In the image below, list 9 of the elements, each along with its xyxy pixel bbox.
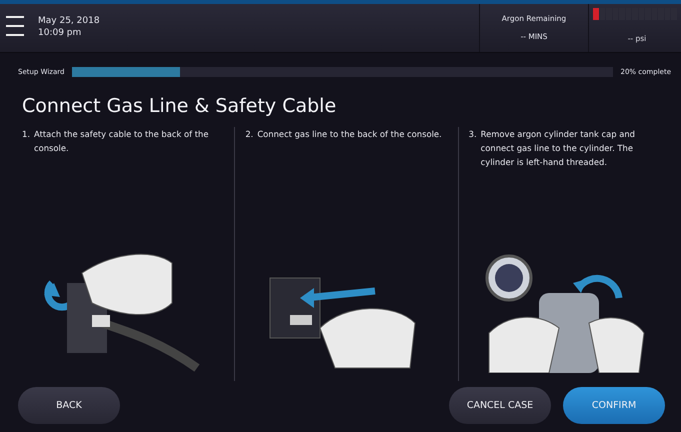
date-text: May 25, 2018 — [38, 15, 101, 27]
confirm-button[interactable]: CONFIRM — [563, 387, 665, 424]
step-instruction: 3. Remove argon cylinder tank cap and connect gas line to the cylinder. The cylinder is left-hand threaded. — [468, 128, 636, 169]
step-instruction: 1. Attach the safety cable to the back of the console. — [22, 128, 210, 155]
action-button[interactable]: BACK — [18, 387, 120, 424]
page-title: Connect Gas Line & Safety Cable — [22, 95, 338, 117]
time-text: 10:09 pm — [38, 27, 82, 39]
action-button[interactable]: CANCEL CASE — [449, 387, 551, 424]
step-instruction: 2. Connect gas line to the back of the console. — [245, 128, 443, 141]
